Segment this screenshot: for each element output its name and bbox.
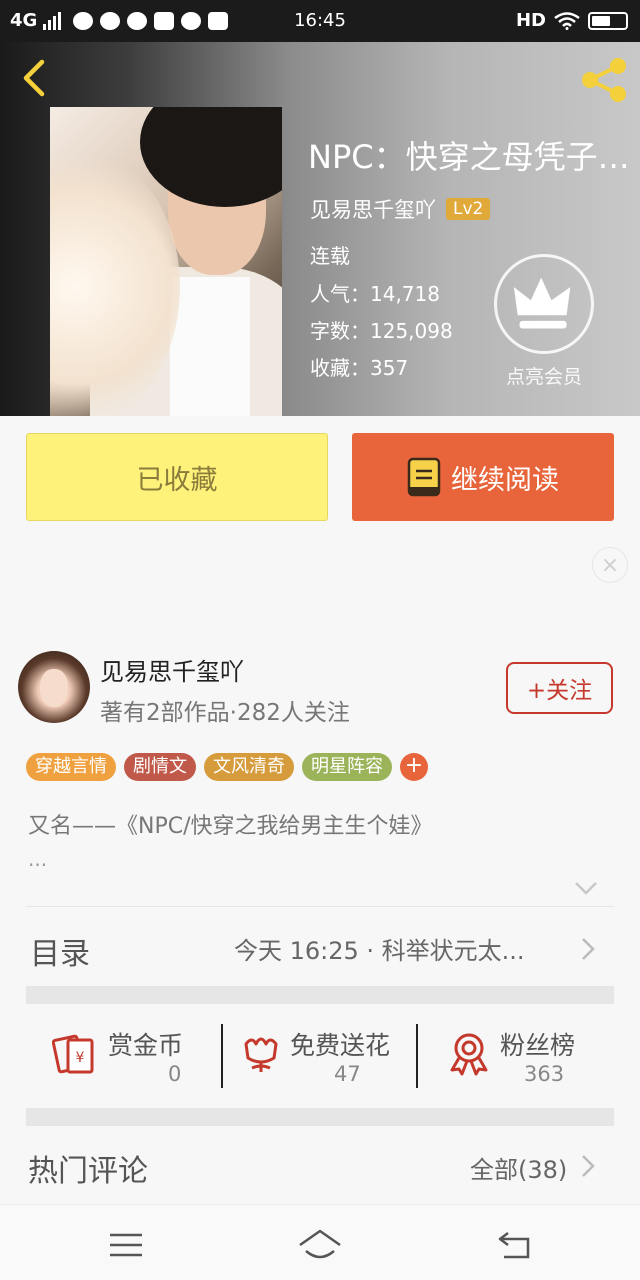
close-icon[interactable]: × (592, 547, 628, 583)
description-ellipsis: ... (28, 847, 48, 871)
book-hero: NPC：快穿之母凭子… 见易思千玺吖 Lv2 连载 人气：14,718 字数：1… (0, 42, 640, 416)
author-name[interactable]: 见易思千玺吖 (100, 652, 244, 687)
section-separator (26, 1108, 614, 1126)
tag-item[interactable]: 剧情文 (124, 753, 196, 781)
favorites-label: 收藏： (310, 356, 370, 380)
reward-coins[interactable]: ¥ 赏金币 0 (52, 1020, 232, 1090)
tag-item[interactable]: 文风清奇 (204, 753, 294, 781)
stat-divider (416, 1024, 418, 1088)
section-separator (26, 986, 614, 1004)
popularity-row: 人气：14,718 (310, 278, 440, 307)
book-icon (407, 457, 441, 497)
tag-item[interactable]: 穿越言情 (26, 753, 116, 781)
system-nav-bar (0, 1204, 640, 1280)
popularity-label: 人气： (310, 282, 370, 306)
vip-crown-button[interactable] (494, 254, 594, 354)
share-icon[interactable] (578, 54, 630, 106)
book-cover-image[interactable] (50, 107, 282, 416)
status-right: HD (516, 10, 628, 31)
back-icon[interactable] (494, 1225, 538, 1265)
home-icon[interactable] (298, 1225, 342, 1265)
stat-value: 0 (168, 1062, 182, 1086)
medal-icon (450, 1033, 488, 1076)
chevron-right-icon (582, 1155, 595, 1177)
word-count-row: 字数：125,098 (310, 315, 453, 344)
stat-label: 免费送花 (290, 1031, 391, 1060)
stat-label: 粉丝榜 (500, 1031, 576, 1060)
word-count-value: 125,098 (370, 319, 453, 343)
add-tag-button[interactable]: + (400, 753, 428, 781)
follow-button[interactable]: +关注 (506, 662, 613, 714)
fan-ranking[interactable]: 粉丝榜 363 (446, 1020, 616, 1090)
divider (26, 906, 614, 907)
tag-item[interactable]: 明星阵容 (302, 753, 392, 781)
book-description: 又名——《NPC/快穿之我给男主生个娃》 (28, 814, 433, 839)
hot-comments-title: 热门评论 (28, 1154, 148, 1189)
chevron-right-icon (582, 938, 595, 960)
menu-icon[interactable] (104, 1225, 148, 1265)
author-summary: 著有2部作品·282人关注 (100, 700, 350, 726)
svg-text:¥: ¥ (76, 1050, 85, 1066)
crown-icon (513, 277, 571, 329)
back-arrow-icon[interactable] (14, 58, 54, 98)
popularity-value: 14,718 (370, 282, 440, 306)
hd-indicator: HD (515, 10, 546, 31)
vip-label[interactable]: 点亮会员 (494, 362, 594, 389)
favorites-value: 357 (370, 356, 409, 380)
stat-divider (221, 1024, 223, 1088)
tag-list: 穿越言情 剧情文 文风清奇 明星阵容 + (26, 753, 428, 781)
chevron-down-icon[interactable] (573, 879, 599, 897)
book-author-row: 见易思千玺吖 Lv2 (310, 194, 491, 224)
latest-chapter: 今天 16:25 · 科举状元太... (234, 937, 525, 965)
stat-value: 47 (334, 1062, 361, 1086)
author-avatar[interactable] (18, 651, 90, 723)
continue-reading-button[interactable]: 继续阅读 (352, 433, 614, 521)
book-title: NPC：快穿之母凭子… (308, 138, 630, 176)
word-count-label: 字数： (310, 319, 370, 343)
stat-value: 363 (524, 1062, 565, 1086)
wifi-icon (554, 11, 580, 30)
status-bar: 4G 16:45 HD (0, 0, 640, 42)
stat-label: 赏金币 (108, 1031, 184, 1060)
collected-button[interactable]: 已收藏 (26, 433, 328, 521)
support-stats: ¥ 赏金币 0 免费送花 47 粉丝榜 363 (26, 1020, 614, 1090)
coin-envelope-icon: ¥ (52, 1034, 94, 1074)
favorites-row: 收藏：357 (310, 352, 408, 381)
level-badge: Lv2 (446, 198, 491, 220)
all-comments-link[interactable]: 全部(38) (470, 1150, 567, 1185)
flower-icon (244, 1037, 278, 1072)
continue-reading-label: 继续阅读 (451, 464, 559, 496)
toc-label: 目录 (30, 937, 90, 972)
battery-icon (588, 11, 628, 30)
book-author[interactable]: 见易思千玺吖 (310, 194, 436, 224)
serial-status: 连载 (310, 244, 350, 268)
free-flowers[interactable]: 免费送花 47 (238, 1020, 418, 1090)
